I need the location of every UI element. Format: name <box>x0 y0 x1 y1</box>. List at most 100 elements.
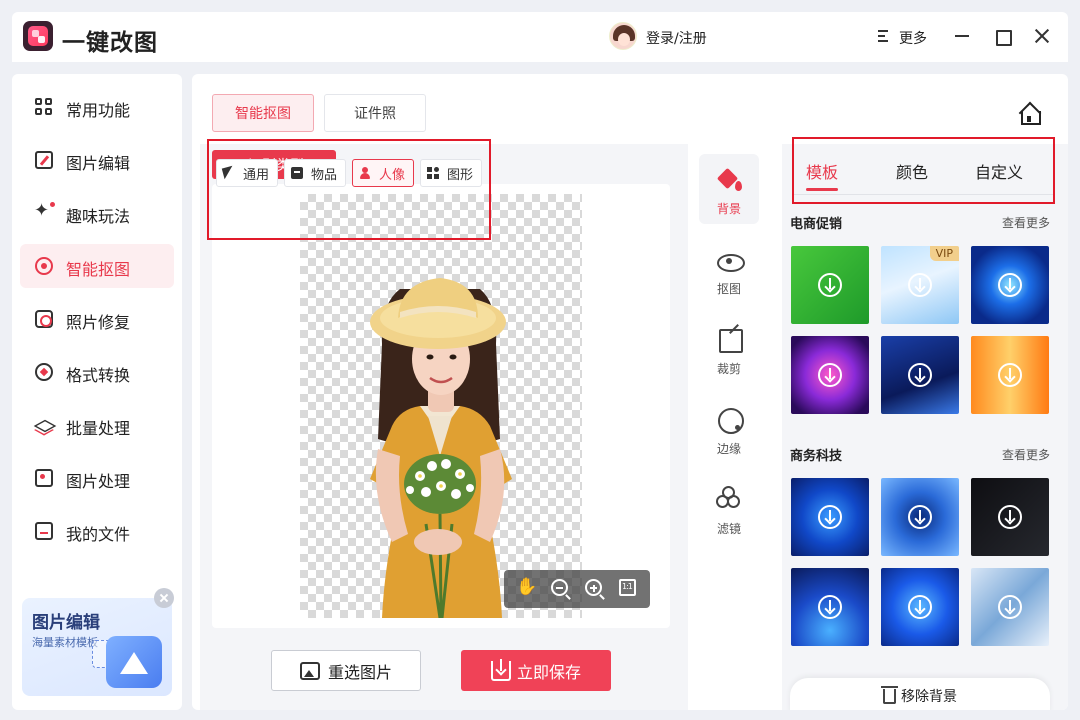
tab-templates[interactable]: 模板 <box>806 159 838 183</box>
sidebar: 常用功能 图片编辑 趣味玩法 智能抠图 照片修复 格式转换 批量处理 图片处理 … <box>12 74 182 710</box>
target-icon <box>35 257 53 275</box>
maximize-icon[interactable] <box>990 24 1014 48</box>
type-portrait[interactable]: 人像 <box>352 159 414 187</box>
more-menu-button[interactable]: 更多 <box>899 28 927 48</box>
eye-sparkle-icon <box>716 246 745 272</box>
trash-icon <box>881 685 898 704</box>
template-thumbnail[interactable] <box>971 246 1049 324</box>
type-general[interactable]: 通用 <box>216 159 278 187</box>
promo-subtitle: 海量素材模板 <box>32 636 98 649</box>
type-label: 通用 <box>243 167 270 183</box>
repair-icon <box>35 310 53 328</box>
box-icon <box>291 167 303 179</box>
type-label: 人像 <box>379 167 406 183</box>
template-thumbnail[interactable] <box>791 336 869 414</box>
template-thumbnail[interactable] <box>791 246 869 324</box>
tab-colors[interactable]: 颜色 <box>896 159 928 183</box>
promo-image-icon <box>106 636 162 688</box>
remove-bg-label: 移除背景 <box>901 689 957 705</box>
grid-icon <box>35 98 53 116</box>
sidebar-item-label: 照片修复 <box>66 313 131 332</box>
navigation-icon <box>223 167 235 179</box>
vip-badge: VIP <box>929 246 959 261</box>
image-icon <box>35 469 53 487</box>
download-icon <box>490 658 511 681</box>
view-more-link[interactable]: 查看更多 <box>1002 446 1050 463</box>
home-icon-door <box>1027 116 1031 122</box>
image-icon <box>299 661 320 680</box>
sidebar-item-common[interactable]: 常用功能 <box>20 85 174 129</box>
template-thumbnail[interactable] <box>791 478 869 556</box>
login-register-link[interactable]: 登录/注册 <box>646 28 707 48</box>
image-canvas[interactable] <box>300 194 582 618</box>
download-icon <box>908 273 932 297</box>
tool-background[interactable]: 背景 <box>699 154 759 224</box>
tool-label: 边缘 <box>716 442 741 456</box>
edit-icon <box>35 151 53 169</box>
template-thumbnail[interactable] <box>881 336 959 414</box>
sidebar-item-format-convert[interactable]: 格式转换 <box>20 350 174 394</box>
reselect-image-button[interactable]: 重选图片 <box>271 650 421 691</box>
sidebar-item-label: 格式转换 <box>66 366 131 385</box>
sidebar-item-my-files[interactable]: 我的文件 <box>20 509 174 553</box>
remove-background-button[interactable]: 移除背景 <box>790 678 1050 710</box>
type-label: 物品 <box>311 167 338 183</box>
tools-column: 背景 抠图 裁剪 边缘 滤镜 <box>692 144 772 710</box>
menu-icon[interactable] <box>878 30 890 42</box>
minimize-icon[interactable] <box>950 24 974 48</box>
zoom-toolbar <box>504 570 650 608</box>
app-logo-icon <box>23 21 53 51</box>
sidebar-item-fun[interactable]: 趣味玩法 <box>20 191 174 235</box>
download-icon <box>908 595 932 619</box>
tool-crop[interactable]: 裁剪 <box>699 314 759 384</box>
template-panel: 模板 颜色 自定义 电商促销 查看更多 VIP 商务科技 查看更多 <box>782 144 1068 710</box>
template-thumbnail[interactable] <box>971 336 1049 414</box>
zoom-in-icon[interactable] <box>585 579 605 600</box>
divider <box>792 194 1054 195</box>
save-now-button[interactable]: 立即保存 <box>461 650 611 691</box>
actual-size-icon[interactable] <box>619 579 636 596</box>
work-area: 识别类型 <box>200 144 688 710</box>
sidebar-item-label: 批量处理 <box>66 419 131 438</box>
promo-title: 图片编辑 <box>32 613 100 633</box>
tool-edge[interactable]: 边缘 <box>699 394 759 464</box>
layers-icon <box>35 416 53 434</box>
section-title-ecommerce: 电商促销 <box>790 217 843 232</box>
type-graphic[interactable]: 图形 <box>420 159 482 187</box>
sidebar-item-smart-cutout[interactable]: 智能抠图 <box>20 244 174 288</box>
template-thumbnail[interactable] <box>881 478 959 556</box>
download-icon <box>818 595 842 619</box>
tool-cutout[interactable]: 抠图 <box>699 234 759 304</box>
template-thumbnail[interactable] <box>881 568 959 646</box>
type-object[interactable]: 物品 <box>284 159 346 187</box>
app-title: 一键改图 <box>62 30 158 56</box>
tool-label: 抠图 <box>716 282 741 296</box>
type-label: 图形 <box>447 167 474 183</box>
sidebar-item-photo-repair[interactable]: 照片修复 <box>20 297 174 341</box>
sidebar-item-label: 我的文件 <box>66 525 131 544</box>
sidebar-item-image-process[interactable]: 图片处理 <box>20 456 174 500</box>
save-label: 立即保存 <box>516 662 581 682</box>
template-thumbnail[interactable] <box>971 568 1049 646</box>
download-icon <box>998 273 1022 297</box>
promo-close-icon[interactable] <box>154 588 174 608</box>
zoom-out-icon[interactable] <box>551 579 571 600</box>
tab-smart-cutout[interactable]: 智能抠图 <box>212 94 314 132</box>
tool-label: 裁剪 <box>716 362 741 376</box>
pan-hand-icon[interactable] <box>516 577 537 599</box>
tab-custom[interactable]: 自定义 <box>975 159 1023 183</box>
view-more-link[interactable]: 查看更多 <box>1002 214 1050 231</box>
promo-banner[interactable]: 图片编辑 海量素材模板 <box>22 598 172 696</box>
template-thumbnail[interactable] <box>791 568 869 646</box>
tool-label: 背景 <box>716 202 741 216</box>
close-icon[interactable] <box>1030 24 1054 48</box>
paint-bucket-icon <box>716 166 742 192</box>
sidebar-item-batch[interactable]: 批量处理 <box>20 403 174 447</box>
template-thumbnail[interactable]: VIP <box>881 246 959 324</box>
user-avatar[interactable] <box>609 22 637 50</box>
canvas-card <box>212 184 670 628</box>
sidebar-item-image-edit[interactable]: 图片编辑 <box>20 138 174 182</box>
tab-id-photo[interactable]: 证件照 <box>324 94 426 132</box>
tool-filter[interactable]: 滤镜 <box>699 474 759 544</box>
template-thumbnail[interactable] <box>971 478 1049 556</box>
